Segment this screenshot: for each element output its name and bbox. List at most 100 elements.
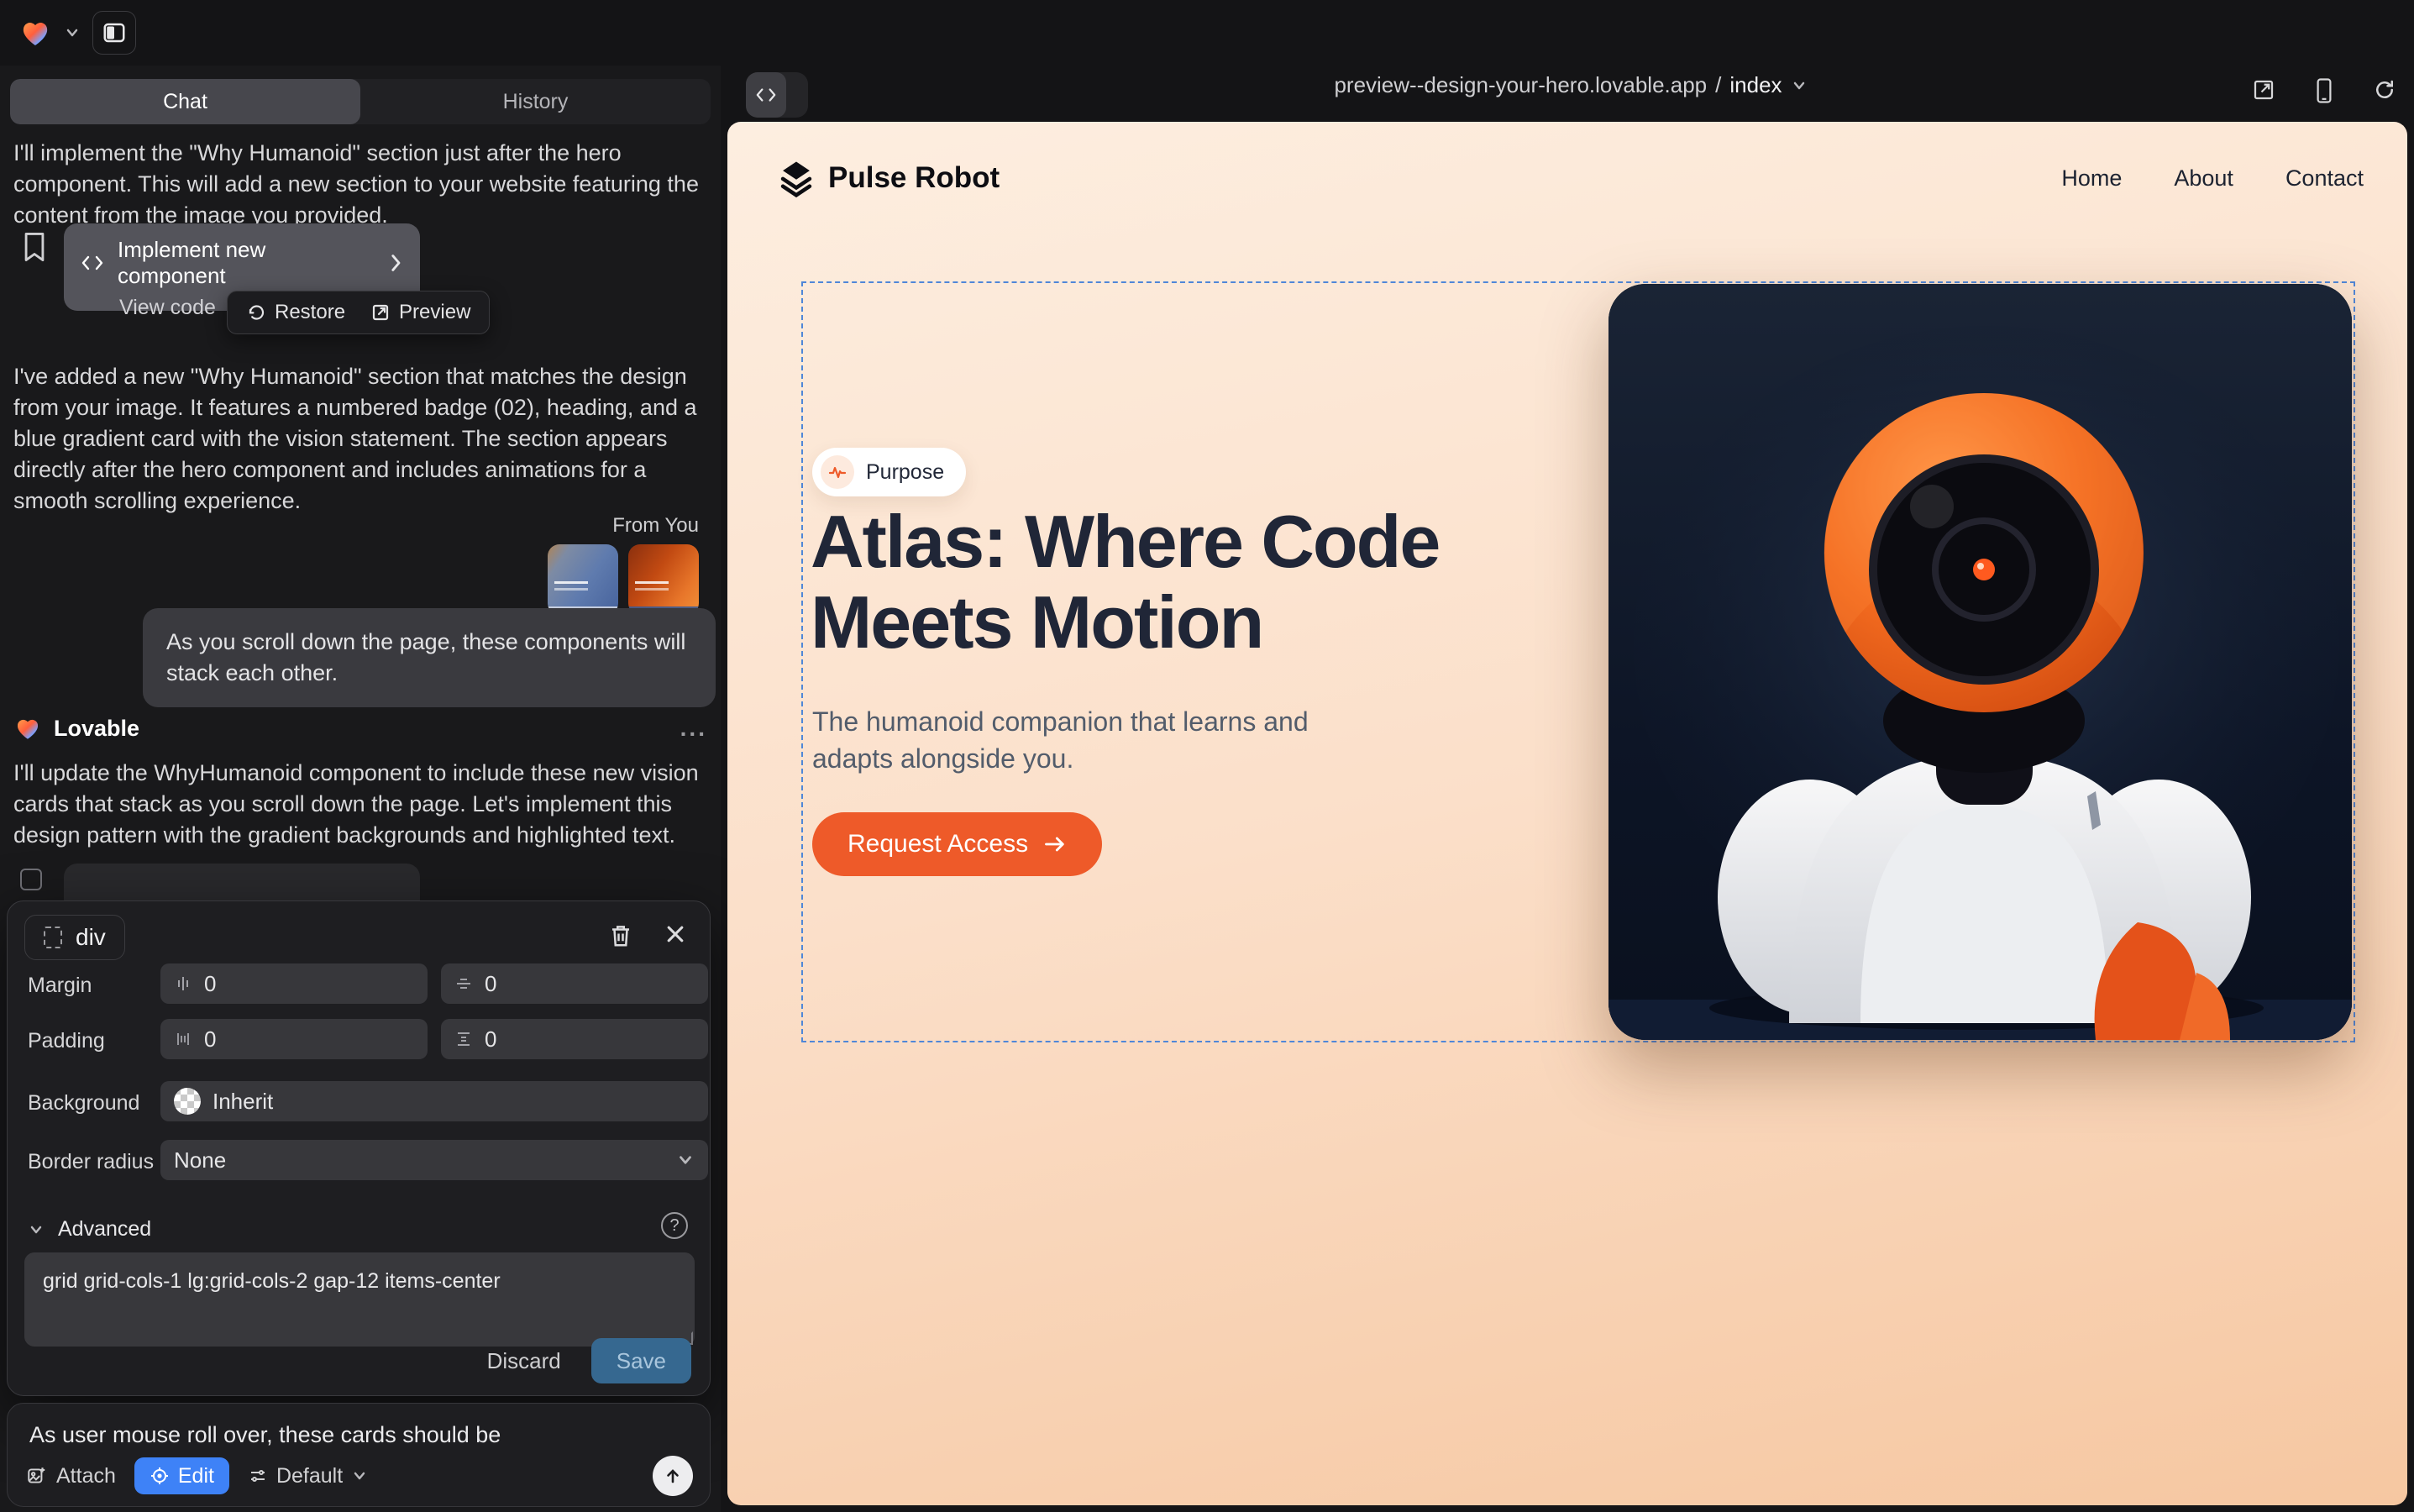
attach-label: Attach — [56, 1464, 116, 1488]
border-radius-select[interactable]: None — [160, 1140, 708, 1180]
nav-link-contact[interactable]: Contact — [2285, 165, 2364, 192]
robot-illustration — [1608, 284, 2352, 1040]
margin-x-value: 0 — [204, 971, 216, 997]
delete-element-icon[interactable] — [609, 923, 632, 948]
arrow-right-icon — [1043, 834, 1067, 854]
mobile-view-icon[interactable] — [2313, 77, 2335, 104]
version-actions: Restore Preview — [227, 291, 490, 334]
arrow-up-icon — [663, 1466, 683, 1486]
workspace-chevron-icon[interactable] — [64, 24, 81, 41]
chevron-down-icon — [676, 1151, 695, 1169]
send-button[interactable] — [653, 1456, 693, 1496]
lovable-message-header: Lovable ... — [13, 714, 707, 743]
lovable-heart-icon — [13, 714, 42, 743]
hero-heading: Atlas: Where Code Meets Motion — [811, 501, 1439, 663]
website-preview: Pulse Robot Home About Contact Purpose A… — [727, 122, 2407, 1505]
code-icon — [81, 253, 104, 273]
advanced-section-toggle[interactable]: Advanced — [28, 1217, 151, 1242]
site-brand[interactable]: Pulse Robot — [778, 159, 1000, 197]
tab-history[interactable]: History — [360, 79, 711, 124]
restore-label: Restore — [275, 301, 345, 324]
hero-subtitle: The humanoid companion that learns and a… — [812, 703, 1367, 777]
padding-x-input[interactable]: 0 — [160, 1019, 428, 1059]
url-separator: / — [1715, 72, 1721, 98]
padding-y-input[interactable]: 0 — [441, 1019, 708, 1059]
background-value: Inherit — [213, 1089, 273, 1115]
chevron-right-icon — [389, 253, 403, 273]
tab-chat[interactable]: Chat — [10, 79, 360, 124]
hero-heading-line2: Meets Motion — [811, 580, 1262, 664]
purpose-badge: Purpose — [812, 448, 966, 496]
attachment-image-blue[interactable] — [548, 544, 618, 615]
attach-image-icon — [26, 1465, 48, 1487]
advanced-label: Advanced — [58, 1217, 151, 1242]
border-radius-value: None — [174, 1147, 226, 1173]
chevron-down-icon — [351, 1467, 368, 1484]
toggle-sidebar-button[interactable] — [92, 11, 136, 55]
padding-x-value: 0 — [204, 1026, 216, 1053]
margin-y-value: 0 — [485, 971, 496, 997]
assistant-message-3: I'll update the WhyHumanoid component to… — [13, 758, 712, 851]
element-tag-label: div — [76, 924, 106, 951]
preview-page: index — [1729, 72, 1782, 98]
hero-heading-line1: Atlas: Where Code — [811, 500, 1439, 583]
message-menu-button[interactable]: ... — [680, 715, 707, 742]
mode-label: Default — [276, 1464, 343, 1488]
padding-y-value: 0 — [485, 1026, 496, 1053]
pulse-icon — [821, 455, 854, 489]
chat-sidebar: Chat History I'll implement the "Why Hum… — [0, 66, 721, 1512]
border-radius-label: Border radius — [28, 1150, 154, 1174]
open-in-new-window-icon[interactable] — [2251, 77, 2276, 102]
site-nav-links: Home About Contact — [2061, 165, 2364, 192]
transparency-swatch-icon — [174, 1088, 201, 1115]
component-card-title: Implement new component — [118, 237, 362, 289]
model-selector[interactable]: Default — [248, 1464, 368, 1488]
request-access-button[interactable]: Request Access — [812, 812, 1102, 876]
from-you-label: From You — [612, 514, 699, 538]
target-icon — [150, 1466, 170, 1486]
preview-toolbar: preview--design-your-hero.lovable.app / … — [727, 0, 2414, 122]
site-navbar: Pulse Robot Home About Contact — [727, 122, 2407, 239]
margin-x-input[interactable]: 0 — [160, 963, 428, 1004]
close-panel-icon[interactable] — [664, 923, 686, 945]
composer-input[interactable]: As user mouse roll over, these cards sho… — [29, 1422, 501, 1448]
nav-link-about[interactable]: About — [2174, 165, 2233, 192]
discard-button[interactable]: Discard — [482, 1347, 566, 1375]
topbar-left — [18, 0, 136, 66]
preview-button[interactable]: Preview — [370, 301, 470, 324]
assistant-message-1: I'll implement the "Why Humanoid" sectio… — [13, 138, 712, 231]
chat-composer: As user mouse roll over, these cards sho… — [7, 1403, 711, 1507]
restore-button[interactable]: Restore — [246, 301, 345, 324]
partial-component-card — [64, 864, 420, 900]
lovable-logo-icon[interactable] — [18, 16, 52, 50]
refresh-icon[interactable] — [2372, 77, 2397, 102]
classes-textarea[interactable]: grid grid-cols-1 lg:grid-cols-2 gap-12 i… — [24, 1252, 695, 1347]
chevron-down-icon — [1791, 77, 1808, 94]
lovable-app: design-your-hero Supabase Collabo — [0, 0, 2414, 1512]
badge-label: Purpose — [866, 460, 944, 485]
margin-y-input[interactable]: 0 — [441, 963, 708, 1004]
edit-mode-button[interactable]: Edit — [134, 1457, 229, 1494]
lovable-label: Lovable — [54, 716, 139, 742]
partial-card-icon — [20, 869, 42, 890]
attachment-image-orange[interactable] — [628, 544, 699, 615]
help-icon[interactable]: ? — [661, 1212, 688, 1239]
padding-label: Padding — [28, 1029, 105, 1053]
background-input[interactable]: Inherit — [160, 1081, 708, 1121]
save-button[interactable]: Save — [591, 1338, 691, 1383]
external-link-icon — [370, 302, 391, 323]
selected-element-tag[interactable]: div — [24, 915, 125, 960]
preview-label: Preview — [399, 301, 470, 324]
element-outline-icon — [44, 927, 62, 948]
background-label: Background — [28, 1091, 139, 1116]
element-inspector-panel: div Margin 0 0 Padding — [7, 900, 711, 1396]
restore-icon — [246, 302, 266, 323]
margin-label: Margin — [28, 974, 92, 998]
cta-label: Request Access — [848, 830, 1028, 858]
attach-button[interactable]: Attach — [26, 1464, 116, 1488]
preview-url[interactable]: preview--design-your-hero.lovable.app / … — [727, 72, 2414, 98]
layers-icon — [778, 159, 815, 197]
sliders-icon — [248, 1466, 268, 1486]
nav-link-home[interactable]: Home — [2061, 165, 2122, 192]
bookmark-icon[interactable] — [20, 230, 49, 264]
